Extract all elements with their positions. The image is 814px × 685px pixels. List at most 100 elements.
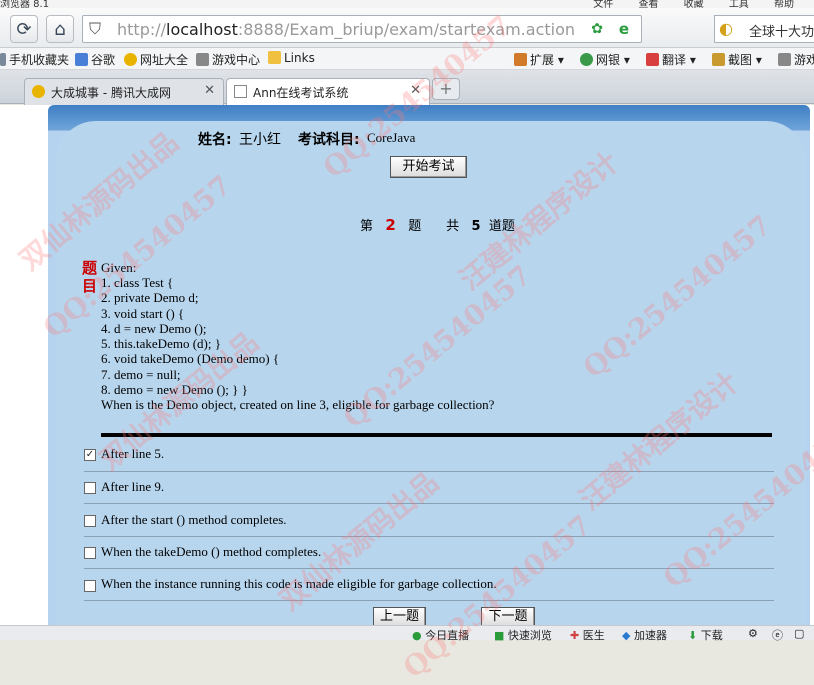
menu-items[interactable]: 文件 查看 收藏 工具 帮助 xyxy=(593,0,794,8)
toolbar-label: 扩展 xyxy=(530,53,555,67)
search-engine-icon[interactable]: ◐ xyxy=(719,19,733,38)
tab-label: Ann在线考试系统 xyxy=(253,86,349,100)
tencent-favicon xyxy=(32,85,45,98)
search-box[interactable]: ◐ 全球十大功 xyxy=(714,15,814,43)
status-accelerator[interactable]: ◆ 加速器 xyxy=(622,627,667,643)
banking-icon xyxy=(580,53,593,66)
option-checkbox[interactable] xyxy=(84,547,96,559)
option-row[interactable]: When the instance running this code is m… xyxy=(84,569,774,601)
option-row[interactable]: After the start () method completes. xyxy=(84,505,774,537)
games-icon xyxy=(778,53,791,66)
question-line: 6. void takeDemo (Demo demo) { xyxy=(101,351,280,366)
status-label: 医生 xyxy=(582,629,605,642)
url-text[interactable]: http://localhost:8888/Exam_briup/exam/st… xyxy=(117,20,575,39)
bookmark-label: Links xyxy=(284,51,315,65)
question-counter: 第 2 题 共 5 道题 xyxy=(360,215,515,234)
home-button[interactable]: ⌂ xyxy=(46,15,74,43)
option-label[interactable]: When the instance running this code is m… xyxy=(101,576,497,592)
page-favicon xyxy=(234,85,247,98)
live-icon: ● xyxy=(412,629,422,642)
toolbar-screenshot[interactable]: 截图 ▾ xyxy=(712,51,762,68)
counter-mid: 题 xyxy=(408,219,422,234)
url-path: :8888/Exam_briup/exam/startexam.action xyxy=(237,20,576,39)
question-line: 5. this.takeDemo (d); } xyxy=(101,336,221,351)
menu-favorites[interactable]: 收藏 xyxy=(684,0,704,8)
total-number: 5 xyxy=(471,219,481,234)
option-checkbox[interactable] xyxy=(84,482,96,494)
search-text[interactable]: 全球十大功 xyxy=(749,21,814,40)
question-line: 4. d = new Demo (); xyxy=(101,321,207,336)
shield-icon: ⛉ xyxy=(89,19,102,38)
bookmark-label: 手机收藏夹 xyxy=(9,53,70,67)
question-line: Given: xyxy=(101,260,137,275)
current-question-number: 2 xyxy=(385,216,396,234)
bookmark-links[interactable]: Links xyxy=(268,51,315,65)
status-label: 下载 xyxy=(700,629,723,642)
menu-tools[interactable]: 工具 xyxy=(729,0,749,8)
quick-icon: ■ xyxy=(494,629,505,642)
toolbar-extensions[interactable]: 扩展 ▾ xyxy=(514,51,564,68)
tab-exam[interactable]: Ann在线考试系统 ✕ xyxy=(226,78,430,106)
tab-tencent[interactable]: 大成城事 - 腾讯大成网 ✕ xyxy=(24,78,224,105)
bookmark-mobile[interactable]: 手机收藏夹 xyxy=(0,51,69,68)
option-checkbox[interactable] xyxy=(84,580,96,592)
menu-help[interactable]: 帮助 xyxy=(774,0,794,8)
status-quick[interactable]: ■ 快速浏览 xyxy=(494,627,552,643)
status-live[interactable]: ● 今日直播 xyxy=(412,627,469,643)
refresh-button[interactable]: ⟳ xyxy=(10,15,38,43)
url-prefix: http:// xyxy=(117,20,167,39)
option-row[interactable]: When the takeDemo () method completes. xyxy=(84,537,774,569)
accelerator-icon: ◆ xyxy=(622,629,631,642)
option-label[interactable]: When the takeDemo () method completes. xyxy=(101,544,321,560)
status-label: 加速器 xyxy=(633,629,667,642)
close-icon[interactable]: ✕ xyxy=(410,83,421,98)
menu-file[interactable]: 文件 xyxy=(593,0,613,8)
gamepad-icon xyxy=(196,53,209,66)
status-doctor[interactable]: ✚ 医生 xyxy=(570,627,605,643)
tab-label: 大成城事 - 腾讯大成网 xyxy=(51,86,171,100)
toolbar-banking[interactable]: 网银 ▾ xyxy=(580,51,630,68)
option-label[interactable]: After line 9. xyxy=(101,479,164,495)
download-icon: ⬇ xyxy=(688,629,698,642)
status-window-icon[interactable]: ▢ xyxy=(794,627,804,640)
security-icon[interactable]: ✿ xyxy=(591,21,603,37)
option-label[interactable]: After line 5. xyxy=(101,446,164,462)
question-text: When is the Demo object, created on line… xyxy=(101,397,495,412)
toolbar-games[interactable]: 游戏 xyxy=(778,51,814,68)
translate-icon xyxy=(646,53,659,66)
subject-label: 考试科目: xyxy=(298,132,360,148)
option-row[interactable]: ✓ After line 5. xyxy=(84,440,774,472)
next-question-button[interactable]: 下一题 xyxy=(481,607,535,627)
address-bar[interactable]: ⛉ http://localhost:8888/Exam_briup/exam/… xyxy=(82,15,642,43)
status-ie-icon[interactable]: ⓔ xyxy=(772,627,783,643)
folder-icon xyxy=(268,51,281,64)
bookmark-google[interactable]: 谷歌 xyxy=(75,51,115,68)
status-settings-icon[interactable]: ⚙ xyxy=(748,627,758,640)
app-title: 浏览器 8.1 xyxy=(0,0,50,8)
google-icon xyxy=(75,53,88,66)
bookmark-games[interactable]: 游戏中心 xyxy=(196,51,260,68)
question-line: 2. private Demo d; xyxy=(101,290,199,305)
total-prefix: 共 xyxy=(446,219,460,234)
prev-question-button[interactable]: 上一题 xyxy=(373,607,426,627)
question-line: 3. void start () { xyxy=(101,306,185,321)
start-exam-button[interactable]: 开始考试 xyxy=(390,156,467,178)
status-label: 快速浏览 xyxy=(507,629,552,642)
toolbar-label: 游戏 xyxy=(794,53,814,67)
option-row[interactable]: After line 9. xyxy=(84,472,774,504)
status-download[interactable]: ⬇ 下载 xyxy=(688,627,723,643)
toolbar-translate[interactable]: 翻译 ▾ xyxy=(646,51,696,68)
toolbar-label: 截图 xyxy=(728,53,753,67)
menu-view[interactable]: 查看 xyxy=(638,0,658,8)
name-label: 姓名: xyxy=(198,132,232,148)
bookmark-label: 网址大全 xyxy=(140,53,189,67)
new-tab-button[interactable]: + xyxy=(432,78,460,100)
option-checkbox[interactable] xyxy=(84,515,96,527)
bookmark-label: 游戏中心 xyxy=(212,53,261,67)
close-icon[interactable]: ✕ xyxy=(204,83,215,98)
scissors-icon xyxy=(712,53,725,66)
ie-mode-icon[interactable]: e xyxy=(619,20,629,38)
bookmark-sites[interactable]: 网址大全 xyxy=(124,51,188,68)
option-label[interactable]: After the start () method completes. xyxy=(101,512,287,528)
option-checkbox[interactable]: ✓ xyxy=(84,449,96,461)
